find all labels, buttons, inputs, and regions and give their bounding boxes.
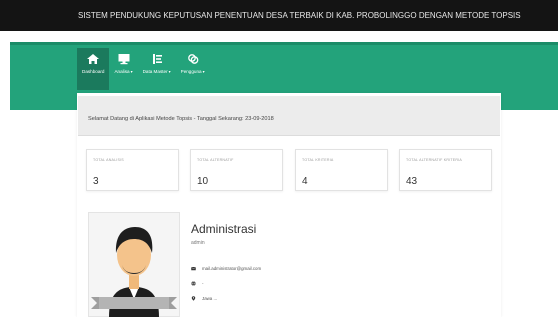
stat-card-analisis: TOTAL ANALISIS 3 [86,149,179,191]
stat-value: 4 [302,176,308,187]
stat-label: TOTAL ALTERNATIF [197,158,234,162]
profile-location-row: Jawa ... [191,296,217,301]
main-nav: Dashboard Analisa▾ Data Master▾ Pengguna… [77,48,210,90]
stat-card-alternatif: TOTAL ALTERNATIF 10 [190,149,283,191]
profile-location: Jawa ... [202,296,218,301]
envelope-icon [191,266,196,271]
chevron-down-icon: ▾ [168,69,171,74]
nav-dashboard-label: Dashboard [82,69,105,74]
monitor-icon [118,54,130,65]
map-marker-icon [191,296,196,301]
profile-email: mail.administrator@gmail.com [202,266,262,271]
stat-value: 3 [93,176,99,187]
stat-label: TOTAL ALTERNATIF KRITERIA [406,158,462,162]
nav-dashboard[interactable]: Dashboard [77,48,110,90]
list-icon [152,54,162,64]
profile-website-row: - [191,281,203,286]
profile-role: admin [191,240,205,246]
profile-website: - [202,281,204,286]
profile-name: Administrasi [191,222,257,236]
globe-icon [191,281,196,286]
nav-pengguna[interactable]: Pengguna▾ [176,48,210,90]
nav-analisa[interactable]: Analisa▾ [109,48,137,90]
chevron-down-icon: ▾ [130,69,133,74]
nav-pengguna-label: Pengguna [180,69,202,74]
profile-email-row: mail.administrator@gmail.com [191,266,261,271]
nav-analisa-label: Analisa [114,69,130,74]
home-icon [87,54,100,64]
stat-label: TOTAL KRITERIA [302,158,334,162]
stat-value: 43 [406,176,418,187]
avatar [91,227,177,317]
stat-card-alternatif-kriteria: TOTAL ALTERNATIF KRITERIA 43 [399,149,492,191]
app-title-bar: SISTEM PENDUKUNG KEPUTUSAN PENENTUAN DES… [0,0,558,31]
app-title: SISTEM PENDUKUNG KEPUTUSAN PENENTUAN DES… [78,11,521,20]
welcome-banner: Selamat Datang di Aplikasi Metode Topsis… [78,96,500,136]
nav-data-master-label: Data Master [142,69,168,74]
chevron-down-icon: ▾ [202,69,205,74]
stat-card-kriteria: TOTAL KRITERIA 4 [295,149,388,191]
stat-label: TOTAL ANALISIS [93,158,124,162]
stat-value: 10 [197,176,209,187]
users-icon [187,54,198,64]
nav-data-master[interactable]: Data Master▾ [138,48,176,90]
welcome-text: Selamat Datang di Aplikasi Metode Topsis… [88,116,274,122]
